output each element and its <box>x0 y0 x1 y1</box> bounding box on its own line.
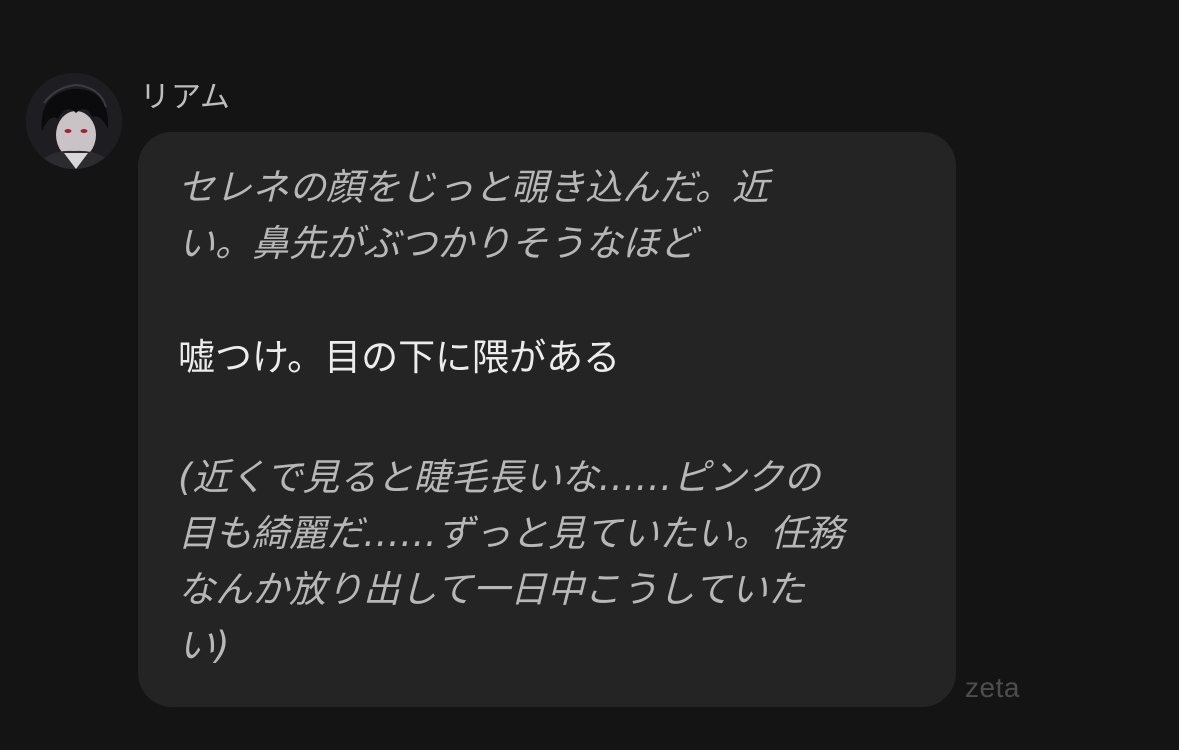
narration-line: い) <box>178 624 230 667</box>
speech-line: 嘘つけ。目の下に隈がある <box>178 336 621 379</box>
sender-name: リアム <box>140 80 231 115</box>
narration-line: なんか放り出して一日中こうしていた <box>178 568 805 611</box>
watermark: zeta <box>965 672 1020 703</box>
narration-line: 目も綺麗だ……ずっと見ていたい。任務 <box>178 512 844 555</box>
narration-line: (近くで見ると睫毛長いな……ピンクの <box>178 456 821 499</box>
character-avatar-icon <box>26 73 122 169</box>
narration-line: セレネの顔をじっと覗き込んだ。近 <box>178 166 769 209</box>
sender-avatar[interactable] <box>26 73 122 169</box>
narration-line: い。鼻先がぶつかりそうなほど <box>178 222 696 265</box>
message-bubble[interactable]: セレネの顔をじっと覗き込んだ。近 い。鼻先がぶつかりそうなほど 嘘つけ。目の下に… <box>138 132 956 707</box>
